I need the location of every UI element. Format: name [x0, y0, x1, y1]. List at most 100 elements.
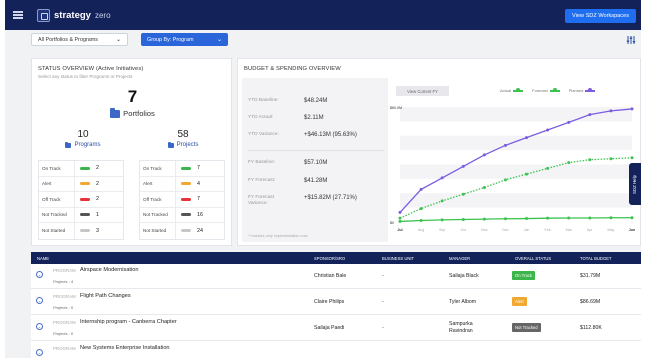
- projects-count[interactable]: 58: [138, 129, 228, 140]
- status-color-bar: [181, 182, 191, 186]
- budget-footnote: * Includes only implementation cost: [248, 234, 308, 238]
- status-color-bar: [181, 213, 191, 217]
- legend-swatch: [549, 88, 560, 92]
- view-current-fy-button[interactable]: View Current FY: [396, 86, 449, 96]
- programs-status-row[interactable]: Off Track 2: [39, 192, 123, 208]
- app-logo[interactable]: strategy zero: [37, 8, 111, 22]
- x-tick-label: Aug: [418, 228, 424, 232]
- projects-status-row[interactable]: Off Track 7: [140, 192, 224, 208]
- folder-icon: [65, 141, 72, 148]
- project-count: Projects : 4: [53, 279, 74, 284]
- data-point-forecast: [588, 158, 592, 162]
- hamburger-menu-icon[interactable]: [13, 11, 23, 19]
- data-point-forecast: [525, 172, 529, 176]
- legend-item: Actual: [500, 88, 524, 93]
- data-point-planned: [588, 113, 592, 117]
- projects-label-row: Projects: [138, 141, 228, 148]
- status-color-bar: [181, 197, 191, 201]
- filter-settings-icon[interactable]: [626, 35, 636, 45]
- chevron-down-icon: ⌄: [115, 37, 121, 43]
- projects-status-row[interactable]: On Track 7: [140, 161, 224, 177]
- manager-cell: Sampurka Ravindran: [449, 321, 473, 334]
- grid-band: [400, 135, 632, 151]
- chevron-down-icon: ⌄: [216, 37, 222, 43]
- status-count: 2: [96, 196, 99, 203]
- data-point-actual: [588, 216, 592, 220]
- data-point-actual: [503, 217, 507, 221]
- group-by-select[interactable]: Group By: Program ⌄: [141, 33, 228, 46]
- status-badge: On Track: [512, 271, 535, 280]
- row-type: PROGRAM: [53, 346, 76, 351]
- y-tick-label: $60.0M: [390, 106, 402, 110]
- manager-cell: Tyler Albom: [449, 299, 477, 305]
- projects-status-row[interactable]: Not Tracked 16: [140, 207, 224, 223]
- x-tick-label: Oct: [460, 228, 466, 232]
- projects-status-row[interactable]: Alert 4: [140, 176, 224, 192]
- data-point-actual: [398, 219, 402, 223]
- programs-status-row[interactable]: Alert 2: [39, 176, 123, 192]
- expand-row-icon[interactable]: ⌄: [36, 297, 43, 304]
- portfolios-count[interactable]: 7: [32, 87, 233, 107]
- view-workspaces-button[interactable]: View SDZ Workspaces: [565, 9, 636, 23]
- data-point-forecast: [503, 178, 507, 182]
- logo-icon: [37, 8, 50, 22]
- status-badge: Not Tracked: [512, 323, 541, 332]
- business-unit-cell: -: [382, 299, 384, 305]
- table-row[interactable]: ⌄ PROGRAM Internship program - Canberra Ch…: [31, 316, 641, 341]
- program-name[interactable]: Internship program - Canberra Chapter: [80, 319, 177, 325]
- column-header[interactable]: MANAGER: [449, 256, 470, 261]
- status-label: Not Started: [42, 223, 75, 239]
- status-label: Not Tracked: [42, 207, 75, 222]
- status-label: On Track: [143, 161, 176, 176]
- sdz-help-tab[interactable]: SDZ Help: [629, 163, 641, 205]
- table-row[interactable]: ⌄ PROGRAM Airspace Modernisation Projects :…: [31, 264, 641, 289]
- folder-icon: [110, 107, 121, 118]
- data-point-planned: [440, 176, 444, 180]
- programs-status-row[interactable]: Not Tracked 1: [39, 207, 123, 223]
- projects-status-row[interactable]: Not Started 24: [140, 223, 224, 239]
- column-header[interactable]: TOTAL BUDGET: [580, 256, 612, 261]
- x-tick-label: Jul: [397, 228, 402, 232]
- data-point-planned: [482, 153, 486, 157]
- data-point-actual: [482, 217, 486, 221]
- programs-status-row[interactable]: Not Started 3: [39, 223, 123, 239]
- portfolio-select-value: All Portfolios & Programs: [38, 36, 98, 43]
- data-point-planned: [630, 107, 634, 111]
- status-color-bar: [80, 166, 90, 170]
- data-point-actual: [546, 216, 550, 220]
- expand-row-icon[interactable]: ⌄: [36, 271, 43, 278]
- x-tick-label: Jan: [524, 228, 530, 232]
- programs-status-row[interactable]: On Track 2: [39, 161, 123, 177]
- column-header[interactable]: BUSINESS UNIT: [382, 256, 414, 261]
- data-point-planned: [609, 109, 613, 113]
- total-budget-cell: $31.79M: [580, 273, 601, 279]
- status-label: Alert: [42, 176, 75, 191]
- expand-row-icon[interactable]: ⌄: [36, 323, 43, 330]
- portfolio-select[interactable]: All Portfolios & Programs ⌄: [31, 33, 128, 46]
- top-bar: strategy zero View SDZ Workspaces: [5, 0, 641, 30]
- status-count: 24: [197, 227, 203, 234]
- program-name[interactable]: Airspace Modernisation: [80, 267, 138, 273]
- table-row[interactable]: ⌄ PROGRAM Flight Path Changes Projects : 5 C…: [31, 290, 641, 315]
- table-row[interactable]: ⌄ PROGRAM New Systems Enterprise Installat…: [31, 342, 641, 358]
- data-point-forecast: [440, 199, 444, 203]
- program-name[interactable]: New Systems Enterprise Installation: [80, 345, 170, 351]
- expand-row-icon[interactable]: ⌄: [36, 349, 43, 356]
- data-point-planned: [461, 164, 465, 168]
- projects-status-table: On Track 7 Alert 4 Off Track 7 Not Tracked 16 No…: [139, 160, 225, 240]
- fy-variance-label: FY Forecast Variance:: [248, 195, 275, 206]
- data-point-forecast: [567, 161, 571, 165]
- data-point-actual: [461, 218, 465, 222]
- column-header[interactable]: SPONSOR/SRO: [314, 256, 345, 261]
- fy-baseline-label: FY Baseline:: [248, 160, 276, 165]
- status-color-bar: [80, 197, 90, 201]
- status-label: Alert: [143, 176, 176, 191]
- column-header[interactable]: NAME: [37, 256, 49, 261]
- programs-count[interactable]: 10: [38, 129, 128, 140]
- logo-sub: zero: [94, 10, 111, 20]
- data-point-planned: [525, 136, 529, 140]
- fy-forecast-label: FY Forecast:: [248, 178, 276, 183]
- fy-forecast-value: $41.28M: [304, 178, 328, 184]
- column-header[interactable]: OVERALL STATUS: [515, 256, 551, 261]
- program-name[interactable]: Flight Path Changes: [80, 293, 131, 299]
